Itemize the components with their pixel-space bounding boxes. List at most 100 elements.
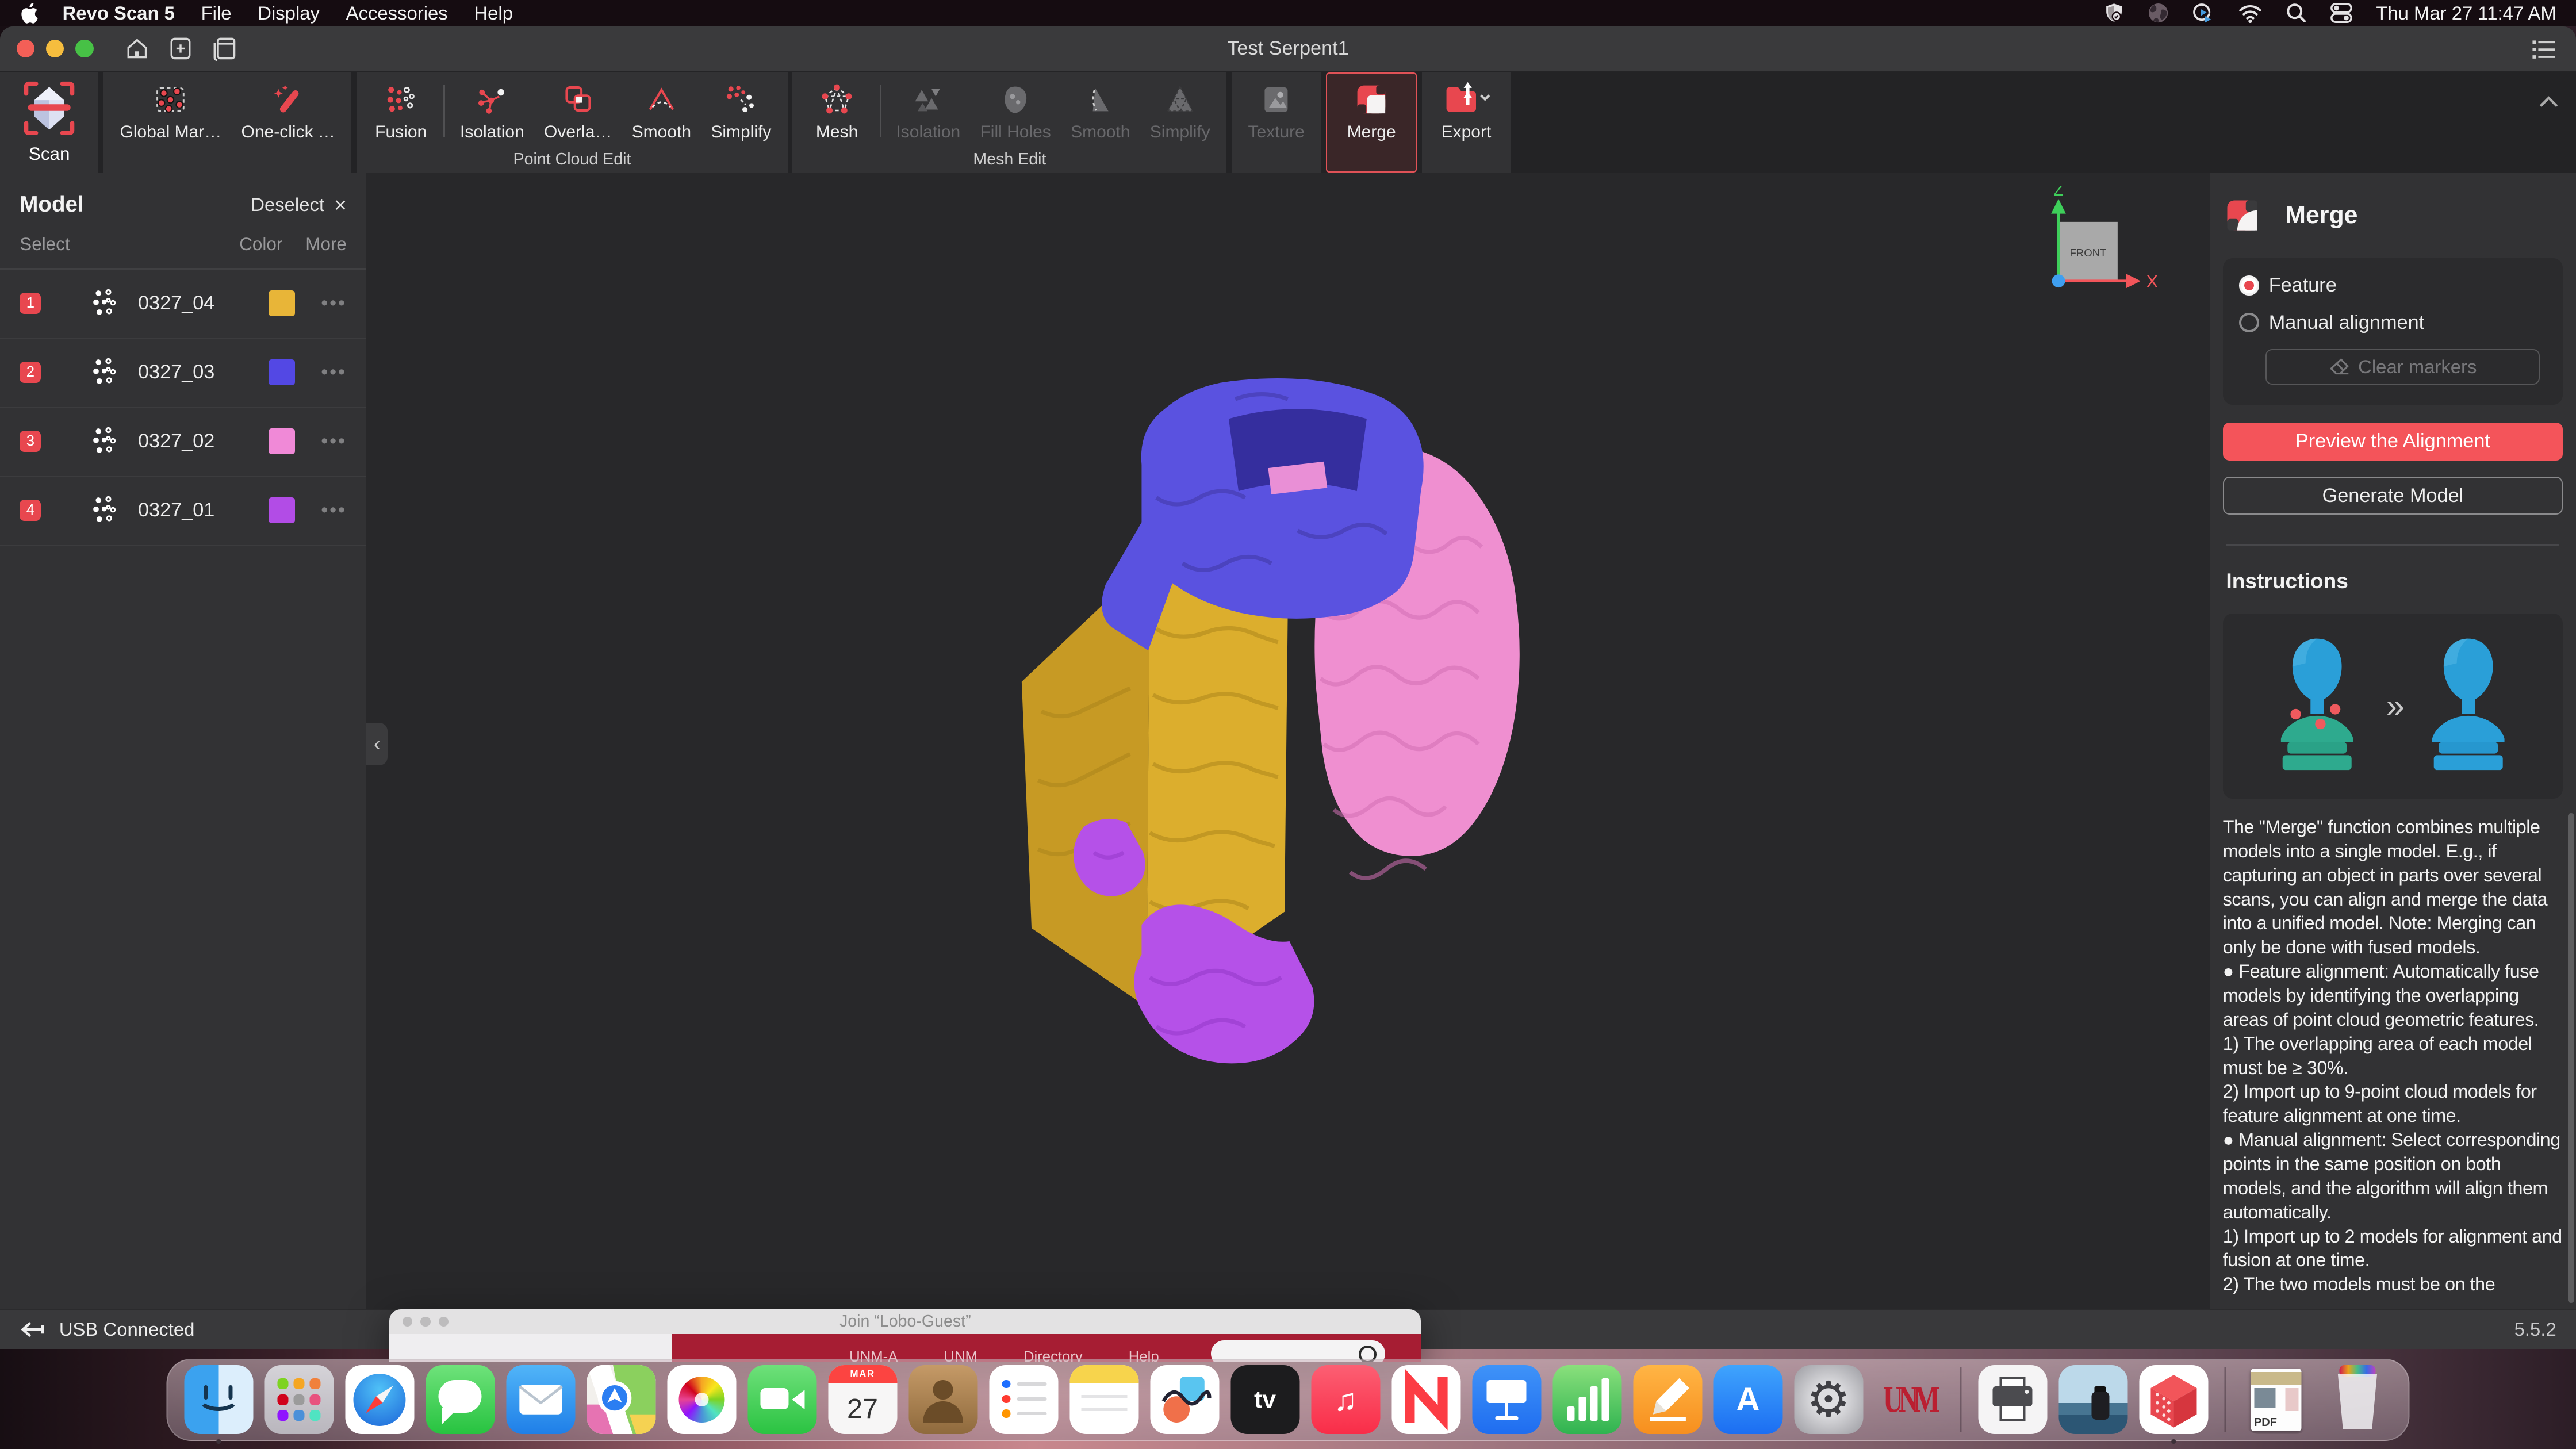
active-app-name[interactable]: Revo Scan 5 — [63, 2, 175, 24]
dock-mail-icon[interactable] — [506, 1365, 575, 1434]
viewport-3d[interactable]: ‹ FRONT Z X — [366, 172, 2210, 1309]
model-more-button[interactable]: ••• — [321, 430, 347, 453]
menu-item-accessories[interactable]: Accessories — [346, 2, 448, 24]
dock-keynote-icon[interactable] — [1472, 1365, 1541, 1434]
join-network-dialog[interactable]: Join “Lobo-Guest” UNM-A UNM Directory He… — [389, 1309, 1421, 1362]
manual-alignment-radio[interactable] — [2239, 313, 2259, 332]
model-row-2[interactable]: 2 0327_03 ••• — [0, 339, 366, 408]
deselect-button[interactable]: Deselect — [251, 194, 324, 216]
dock-pdf-document-icon[interactable]: PDF — [2242, 1365, 2312, 1434]
instructions-title: Instructions — [2226, 569, 2559, 593]
panel-scrollbar[interactable] — [2568, 813, 2574, 1302]
export-button[interactable]: Export — [1428, 76, 1504, 145]
model-color-swatch[interactable] — [269, 290, 295, 317]
deselect-close-icon[interactable]: × — [334, 193, 347, 217]
wifi-icon[interactable] — [2238, 3, 2263, 23]
mesh-isolation-button[interactable]: Isolation — [886, 76, 970, 145]
model-color-swatch[interactable] — [269, 497, 295, 524]
preview-alignment-button[interactable]: Preview the Alignment — [2223, 423, 2563, 461]
menubar-clock[interactable]: Thu Mar 27 11:47 AM — [2376, 2, 2556, 24]
scan-button[interactable]: Scan — [0, 72, 98, 172]
toolbar-divider — [880, 85, 881, 137]
projects-icon[interactable] — [212, 36, 237, 61]
overlap-button[interactable]: Overla… — [534, 76, 622, 145]
manual-alignment-radio-row[interactable]: Manual alignment — [2239, 312, 2546, 334]
dock-safari-icon[interactable] — [345, 1365, 414, 1434]
model-name: 0327_03 — [138, 361, 269, 384]
dock-appletv-icon[interactable]: tv — [1230, 1365, 1300, 1434]
mesh-smooth-button[interactable]: Smooth — [1061, 76, 1140, 145]
dock-trash-icon[interactable] — [2323, 1365, 2392, 1434]
dock-printer-icon[interactable] — [1978, 1365, 2047, 1434]
dock-music-icon[interactable]: ♫ — [1311, 1365, 1380, 1434]
dock-launchpad-icon[interactable] — [264, 1365, 334, 1434]
dock-maps-icon[interactable] — [586, 1365, 656, 1434]
dock-unm-icon[interactable]: UNM — [1874, 1353, 1943, 1446]
menu-item-display[interactable]: Display — [258, 2, 320, 24]
mesh-button[interactable]: Mesh — [799, 76, 875, 145]
sync-icon[interactable] — [2192, 2, 2215, 24]
pc-simplify-button[interactable]: Simplify — [701, 76, 781, 145]
app-version: 5.5.2 — [2514, 1318, 2556, 1340]
clear-markers-button[interactable]: Clear markers — [2266, 349, 2540, 385]
model-more-button[interactable]: ••• — [321, 292, 347, 315]
window-titlebar[interactable]: Test Serpent1 — [0, 26, 2576, 72]
texture-button[interactable]: Texture — [1238, 76, 1314, 145]
control-center-icon[interactable] — [2330, 2, 2353, 24]
dock-appstore-icon[interactable]: A — [1713, 1365, 1782, 1434]
menu-item-help[interactable]: Help — [474, 2, 513, 24]
dock-photos-icon[interactable] — [667, 1365, 736, 1434]
generate-model-button[interactable]: Generate Model — [2223, 477, 2563, 515]
panel-collapse-chevron[interactable]: ‹ — [366, 723, 388, 765]
dock-messages-icon[interactable] — [425, 1365, 494, 1434]
model-more-button[interactable]: ••• — [321, 499, 347, 522]
dock-settings-icon[interactable]: ⚙ — [1794, 1365, 1863, 1434]
dock-freeform-icon[interactable] — [1150, 1365, 1219, 1434]
scan-icon — [21, 79, 77, 138]
menu-item-file[interactable]: File — [201, 2, 232, 24]
pc-smooth-button[interactable]: Smooth — [622, 76, 702, 145]
dialog-titlebar[interactable]: Join “Lobo-Guest” — [389, 1309, 1421, 1334]
global-markers-button[interactable]: Global Mar… — [110, 76, 231, 145]
model-color-swatch[interactable] — [269, 359, 295, 386]
project-list-icon[interactable] — [2532, 40, 2556, 59]
globe-icon[interactable] — [2148, 2, 2169, 24]
fill-holes-button[interactable]: Fill Holes — [970, 76, 1061, 145]
close-window-button[interactable] — [17, 40, 34, 57]
one-click-button[interactable]: One-click … — [231, 76, 345, 145]
fusion-button[interactable]: Fusion — [363, 76, 438, 145]
model-color-swatch[interactable] — [269, 428, 295, 455]
model-row-1[interactable]: 1 0327_04 ••• — [0, 270, 366, 339]
zoom-window-button[interactable] — [75, 40, 93, 57]
dock-contacts-icon[interactable] — [908, 1365, 977, 1434]
shield-icon[interactable] — [2103, 2, 2125, 24]
model-row-3[interactable]: 3 0327_02 ••• — [0, 408, 366, 477]
home-icon[interactable] — [125, 36, 150, 61]
dock-facetime-icon[interactable] — [747, 1365, 816, 1434]
orientation-gizmo[interactable]: FRONT Z X — [2035, 186, 2164, 314]
merge-button[interactable]: Merge — [1326, 72, 1417, 172]
model-more-button[interactable]: ••• — [321, 361, 347, 384]
pc-isolation-button[interactable]: Isolation — [450, 76, 534, 145]
feature-radio-row[interactable]: Feature — [2239, 274, 2546, 297]
new-project-icon[interactable] — [169, 36, 192, 61]
minimize-window-button[interactable] — [46, 40, 64, 57]
more-column-label: More — [305, 234, 347, 255]
mesh-simplify-button[interactable]: Simplify — [1140, 76, 1220, 145]
dock-finder-icon[interactable] — [184, 1365, 253, 1434]
apple-menu-icon[interactable] — [20, 2, 39, 25]
dock-reminders-icon[interactable] — [989, 1365, 1058, 1434]
search-icon[interactable] — [2286, 2, 2307, 24]
mesh-label: Mesh — [816, 122, 858, 142]
dock-news-icon[interactable] — [1392, 1365, 1460, 1434]
model-row-4[interactable]: 4 0327_01 ••• — [0, 477, 366, 546]
dock-calendar-icon[interactable]: MAR 27 — [828, 1365, 897, 1434]
dock-pages-icon[interactable] — [1633, 1365, 1702, 1434]
toolbar-collapse-chevron[interactable] — [2538, 95, 2559, 109]
scanned-model-3d[interactable] — [986, 366, 1610, 1106]
dock-desktop-picture-icon[interactable] — [2058, 1365, 2128, 1434]
dock-revoscan-icon[interactable] — [2139, 1365, 2208, 1434]
dock-notes-icon[interactable] — [1070, 1365, 1138, 1434]
dock-numbers-icon[interactable] — [1552, 1365, 1621, 1434]
feature-radio[interactable] — [2239, 275, 2259, 295]
